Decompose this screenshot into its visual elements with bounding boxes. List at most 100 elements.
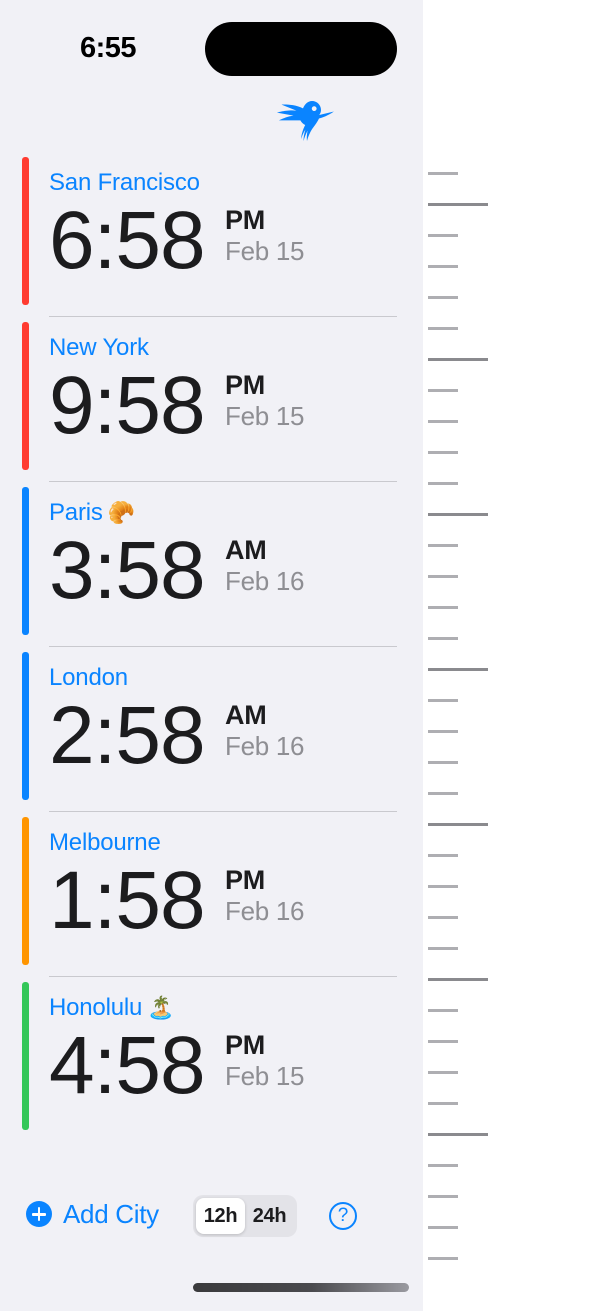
ruler-tick-minor xyxy=(428,885,458,888)
city-date: Feb 16 xyxy=(225,566,305,596)
help-button[interactable]: ? xyxy=(329,1202,357,1230)
city-time-block: 2:58 AM Feb 16 xyxy=(49,692,304,782)
city-time-meta: AM Feb 16 xyxy=(225,692,304,762)
ruler-tick-minor xyxy=(428,482,458,485)
time-format-option-12h[interactable]: 12h xyxy=(196,1198,245,1234)
status-bar-clock: 6:55 xyxy=(80,32,137,64)
city-time-block: 9:58 PM Feb 15 xyxy=(49,362,304,452)
ruler-tick-minor xyxy=(428,296,458,299)
city-row[interactable]: London 2:58 AM Feb 16 xyxy=(0,647,423,812)
city-accent-bar xyxy=(22,982,29,1130)
city-row[interactable]: San Francisco 6:58 PM Feb 15 xyxy=(0,152,423,317)
city-time: 4:58 xyxy=(49,1020,206,1111)
city-time-meta: PM Feb 15 xyxy=(225,197,304,267)
phone-screen: 6:55 San Francisco 6:58 PM Feb 15 New York 9:… xyxy=(0,0,423,1311)
city-list: San Francisco 6:58 PM Feb 15 New York 9:58 PM F… xyxy=(0,152,423,1142)
city-meridiem: AM xyxy=(225,535,267,565)
city-date: Feb 16 xyxy=(225,896,305,926)
ruler-tick-minor xyxy=(428,916,458,919)
city-name: Paris 🥐 xyxy=(49,499,135,527)
add-city-label: Add City xyxy=(63,1198,159,1229)
ruler-tick-minor xyxy=(428,575,458,578)
ruler-tick-minor xyxy=(428,327,458,330)
ruler-tick-minor xyxy=(428,1195,458,1198)
time-format-segmented-control[interactable]: 12h 24h xyxy=(193,1195,297,1237)
city-time-block: 6:58 PM Feb 15 xyxy=(49,197,304,287)
city-meridiem: AM xyxy=(225,700,267,730)
city-meridiem: PM xyxy=(225,865,265,895)
city-date: Feb 15 xyxy=(225,236,305,266)
ruler-tick-minor xyxy=(428,234,458,237)
dynamic-island xyxy=(205,22,397,76)
city-time-block: 1:58 PM Feb 16 xyxy=(49,857,304,947)
city-meridiem: PM xyxy=(225,370,265,400)
city-row[interactable]: Melbourne 1:58 PM Feb 16 xyxy=(0,812,423,977)
city-name-label: Melbourne xyxy=(49,829,161,856)
city-time: 6:58 xyxy=(49,195,206,286)
city-time-meta: PM Feb 15 xyxy=(225,362,304,432)
ruler-tick-major xyxy=(428,203,488,206)
city-row[interactable]: Honolulu 🏝️ 4:58 PM Feb 15 xyxy=(0,977,423,1142)
add-city-button[interactable]: Add City xyxy=(26,1185,159,1243)
ruler-tick-minor xyxy=(428,544,458,547)
ruler-tick-minor xyxy=(428,1102,458,1105)
city-row[interactable]: Paris 🥐 3:58 AM Feb 16 xyxy=(0,482,423,647)
city-time-block: 3:58 AM Feb 16 xyxy=(49,527,304,617)
city-accent-bar xyxy=(22,322,29,470)
city-name-label: Honolulu xyxy=(49,994,143,1021)
ruler-tick-minor xyxy=(428,1257,458,1260)
city-date: Feb 16 xyxy=(225,731,305,761)
ruler-tick-minor xyxy=(428,761,458,764)
city-name: New York xyxy=(49,334,149,362)
city-time: 3:58 xyxy=(49,525,206,616)
city-meridiem: PM xyxy=(225,1030,265,1060)
city-date: Feb 15 xyxy=(225,401,305,431)
city-time: 1:58 xyxy=(49,855,206,946)
city-emoji-icon: 🏝️ xyxy=(147,995,175,1020)
ruler-tick-minor xyxy=(428,420,458,423)
ruler-tick-minor xyxy=(428,265,458,268)
city-accent-bar xyxy=(22,652,29,800)
city-date: Feb 15 xyxy=(225,1061,305,1091)
ruler-tick-minor xyxy=(428,451,458,454)
ruler-tick-minor xyxy=(428,1040,458,1043)
ruler-tick-minor xyxy=(428,792,458,795)
ruler-tick-minor xyxy=(428,1226,458,1229)
ruler-tick-minor xyxy=(428,730,458,733)
city-accent-bar xyxy=(22,487,29,635)
ruler-tick-minor xyxy=(428,389,458,392)
home-indicator xyxy=(193,1283,409,1292)
city-time: 9:58 xyxy=(49,360,206,451)
ruler-tick-major xyxy=(428,823,488,826)
ruler-tick-major xyxy=(428,668,488,671)
city-accent-bar xyxy=(22,157,29,305)
time-format-option-24h[interactable]: 24h xyxy=(245,1198,294,1234)
city-name-label: San Francisco xyxy=(49,169,200,196)
city-name-label: Paris xyxy=(49,499,103,526)
ruler-tick-minor xyxy=(428,606,458,609)
ruler-scale xyxy=(423,0,603,1311)
bottom-toolbar: Add City 12h 24h ? xyxy=(0,1185,423,1245)
city-name: Honolulu 🏝️ xyxy=(49,994,175,1022)
ruler-tick-minor xyxy=(428,172,458,175)
city-time-meta: AM Feb 16 xyxy=(225,527,304,597)
ruler-tick-minor xyxy=(428,637,458,640)
status-bar: 6:55 xyxy=(0,0,423,92)
city-row[interactable]: New York 9:58 PM Feb 15 xyxy=(0,317,423,482)
city-name: San Francisco xyxy=(49,169,200,197)
ruler-tick-major xyxy=(428,978,488,981)
city-name: Melbourne xyxy=(49,829,161,857)
ruler-tick-minor xyxy=(428,699,458,702)
ruler-tick-minor xyxy=(428,1009,458,1012)
ruler-tick-major xyxy=(428,358,488,361)
city-name-label: London xyxy=(49,664,128,691)
ruler-tick-major xyxy=(428,513,488,516)
ruler-tick-major xyxy=(428,1133,488,1136)
city-name-label: New York xyxy=(49,334,149,361)
city-time: 2:58 xyxy=(49,690,206,781)
city-time-meta: PM Feb 15 xyxy=(225,1022,304,1092)
hummingbird-logo-icon xyxy=(272,92,338,142)
plus-circle-icon xyxy=(26,1201,52,1227)
ruler-tick-minor xyxy=(428,947,458,950)
city-meridiem: PM xyxy=(225,205,265,235)
